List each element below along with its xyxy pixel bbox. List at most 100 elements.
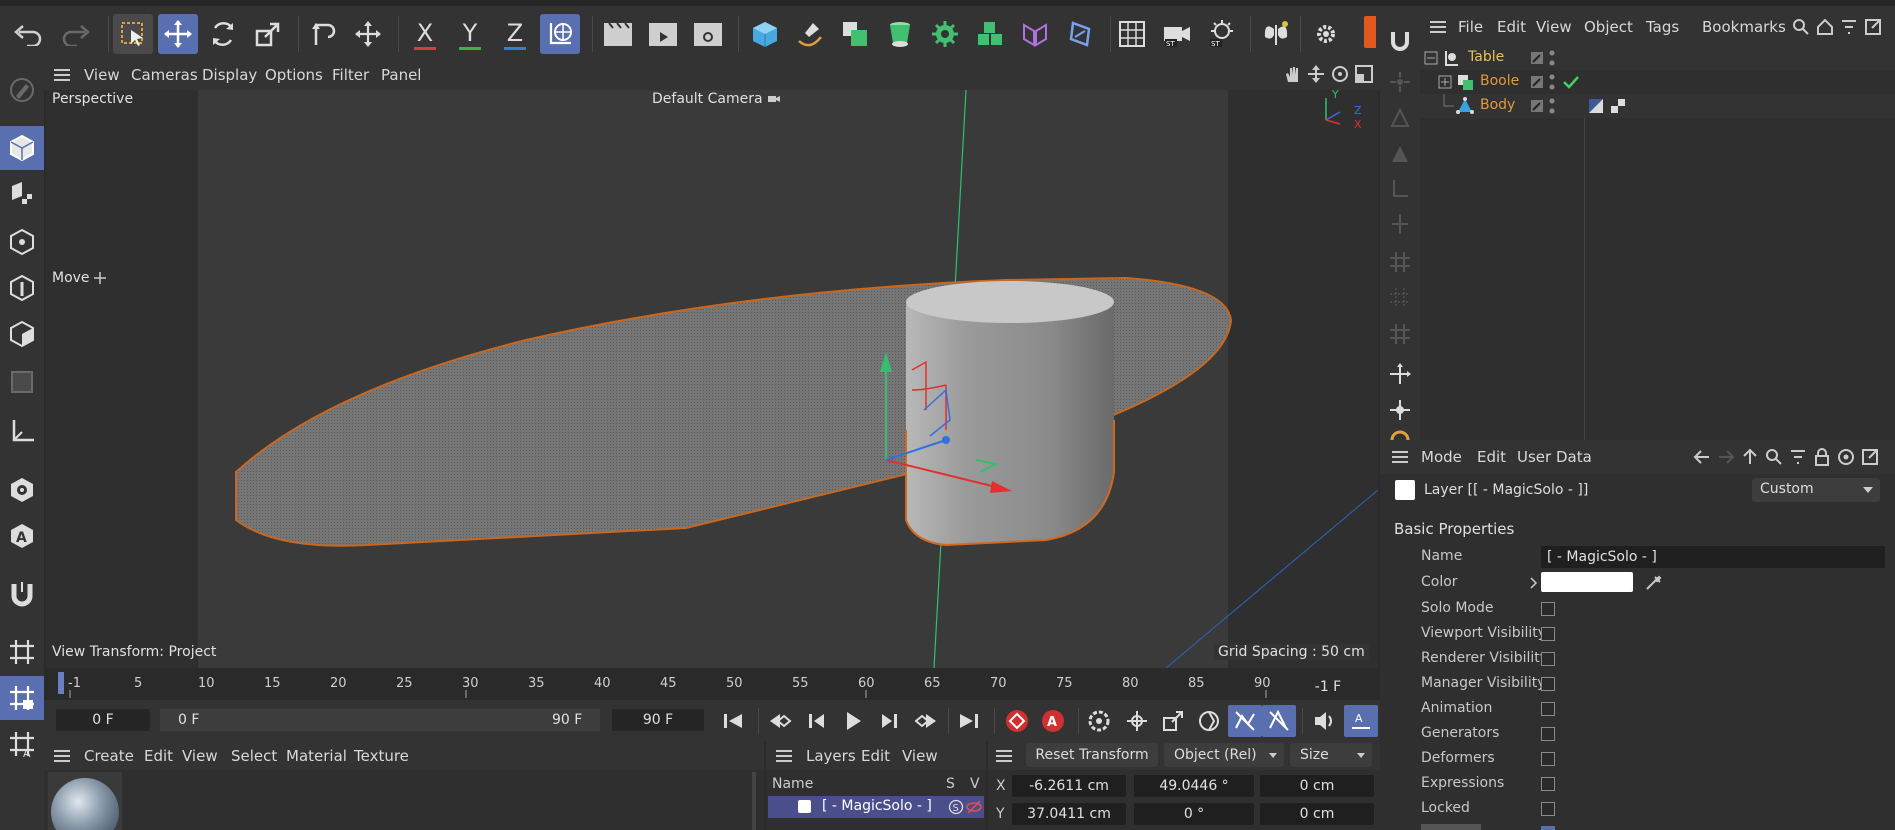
am-lock-icon[interactable] [1813, 448, 1831, 470]
color-value-field[interactable] [1541, 572, 1633, 592]
texture-mode-icon[interactable] [0, 172, 44, 216]
move-all-icon[interactable] [348, 14, 388, 54]
transform-tool-icon[interactable] [303, 14, 343, 54]
am-forward-icon[interactable] [1717, 448, 1735, 470]
eyedropper-icon[interactable] [1644, 572, 1664, 592]
object-manager-hamburger-icon[interactable] [1428, 19, 1448, 39]
live-selection-icon[interactable] [113, 14, 153, 54]
object-row-boole[interactable]: Boole [1420, 70, 1895, 94]
viewport-menu-display[interactable]: Display [202, 66, 257, 84]
layer-color-swatch-small[interactable] [798, 800, 811, 813]
field-icon[interactable] [1060, 14, 1100, 54]
viewport-hamburger-icon[interactable] [52, 67, 72, 83]
om-menu-tags[interactable]: Tags [1646, 18, 1679, 36]
position-x-field[interactable]: -6.2611 cm [1012, 775, 1126, 797]
end-frame-field[interactable]: 90 F [612, 709, 704, 731]
am-hamburger-icon[interactable] [1390, 449, 1410, 469]
section-title[interactable]: Basic Properties [1394, 520, 1514, 538]
workplane-snap-icon[interactable] [1382, 316, 1418, 352]
current-frame-display[interactable]: -1 F [1288, 676, 1368, 698]
visibility-dots-icon[interactable] [1548, 48, 1556, 68]
rotate-tool-icon[interactable] [203, 14, 243, 54]
magnet-tab-icon[interactable] [1364, 16, 1376, 48]
move-tool-icon[interactable] [158, 14, 198, 54]
autokeying-icon[interactable]: A [1036, 705, 1070, 737]
lm-hamburger-icon[interactable] [774, 748, 794, 768]
mm-menu-view[interactable]: View [182, 747, 218, 765]
material-thumbnail[interactable] [48, 772, 122, 830]
world-coordinates-icon[interactable] [540, 14, 580, 54]
mm-menu-create[interactable]: Create [84, 747, 134, 765]
lm-menu-view[interactable]: View [902, 747, 938, 765]
om-home-icon[interactable] [1816, 18, 1834, 40]
collapse-icon[interactable] [1424, 51, 1438, 65]
axis-mode-icon[interactable] [0, 410, 44, 454]
expressions-checkbox[interactable] [1541, 777, 1555, 791]
object-name[interactable]: Boole [1480, 73, 1519, 89]
layer-color-swatch[interactable] [1395, 480, 1415, 500]
om-menu-file[interactable]: File [1458, 18, 1483, 36]
am-menu-user-data[interactable]: User Data [1517, 448, 1592, 466]
solo-s-icon[interactable]: S [948, 799, 964, 815]
previous-frame-icon[interactable] [800, 705, 834, 737]
scale-key-icon[interactable] [1156, 705, 1190, 737]
floor-grid-icon[interactable] [1112, 14, 1152, 54]
layer-row-name[interactable]: [ - MagicSolo - ] [822, 798, 932, 814]
camera-icon[interactable]: ST [1157, 14, 1197, 54]
go-to-start-icon[interactable] [716, 705, 750, 737]
viewport-pan-icon[interactable] [1282, 64, 1302, 88]
rotation-p-field[interactable]: 0 ° [1134, 803, 1254, 825]
am-target-icon[interactable] [1837, 448, 1855, 470]
solo-mode-checkbox[interactable] [1541, 602, 1555, 616]
size-mode-dropdown[interactable]: Size [1290, 743, 1372, 767]
visibility-dots-icon[interactable] [1548, 72, 1556, 92]
sound-icon[interactable] [1308, 705, 1342, 737]
rotation-key-icon[interactable] [1192, 705, 1226, 737]
manager-visibility-checkbox[interactable] [1541, 677, 1555, 691]
points-mode-icon[interactable] [0, 220, 44, 264]
edge-snap-icon[interactable] [1382, 100, 1418, 136]
size-y-field[interactable]: 0 cm [1260, 803, 1374, 825]
enabled-check-icon[interactable] [1562, 74, 1580, 90]
am-search-icon[interactable] [1765, 448, 1783, 470]
polygons-mode-icon[interactable] [0, 312, 44, 356]
mm-menu-edit[interactable]: Edit [144, 747, 173, 765]
grid-line-snap-icon[interactable] [1382, 280, 1418, 316]
snap-icon[interactable] [1382, 22, 1418, 58]
edit-pen-icon[interactable] [0, 68, 44, 112]
layer-manager-scrollbar[interactable] [752, 772, 756, 830]
plugin-butterfly-icon[interactable] [1256, 14, 1296, 54]
workplane-auto-icon[interactable]: A [0, 722, 44, 766]
light-icon[interactable]: ST [1202, 14, 1242, 54]
material-tag-icon[interactable] [1610, 98, 1626, 114]
previous-key-icon[interactable] [764, 705, 798, 737]
viewport-menu-view[interactable]: View [84, 66, 120, 84]
am-menu-edit[interactable]: Edit [1477, 448, 1506, 466]
name-input[interactable]: [ - MagicSolo - ] [1541, 546, 1885, 568]
uv-mode-icon[interactable] [0, 360, 44, 404]
viewport-menu-filter[interactable]: Filter [332, 66, 369, 84]
position-y-field[interactable]: 37.0411 cm [1012, 803, 1126, 825]
edit-visibility-icon[interactable] [1530, 99, 1544, 113]
cloner-icon[interactable] [925, 14, 965, 54]
render-to-picture-viewer-icon[interactable] [643, 14, 683, 54]
point-level-key-icon[interactable] [1262, 705, 1296, 737]
viewport-menu-panel[interactable]: Panel [381, 66, 421, 84]
subdivision-surface-icon[interactable] [835, 14, 875, 54]
coordinate-mode-dropdown[interactable]: Object (Rel) [1164, 743, 1284, 767]
am-up-icon[interactable] [1741, 448, 1759, 470]
snap-magnet-icon[interactable] [0, 572, 44, 616]
object-name[interactable]: Table [1468, 49, 1504, 65]
size-x-field[interactable]: 0 cm [1260, 775, 1374, 797]
om-menu-object[interactable]: Object [1584, 18, 1633, 36]
model-mode-icon[interactable] [0, 126, 44, 170]
locked-checkbox[interactable] [1541, 802, 1555, 816]
edit-visibility-icon[interactable] [1530, 75, 1544, 89]
layer-row[interactable]: [ - MagicSolo - ] S [768, 796, 984, 818]
lm-menu-edit[interactable]: Edit [861, 747, 890, 765]
polygon-snap-icon[interactable] [1382, 136, 1418, 172]
am-new-window-icon[interactable] [1861, 448, 1879, 470]
expand-arrow-icon[interactable] [1530, 577, 1538, 589]
midpoint-snap-icon[interactable] [1382, 206, 1418, 242]
viewport-menu-options[interactable]: Options [265, 66, 323, 84]
